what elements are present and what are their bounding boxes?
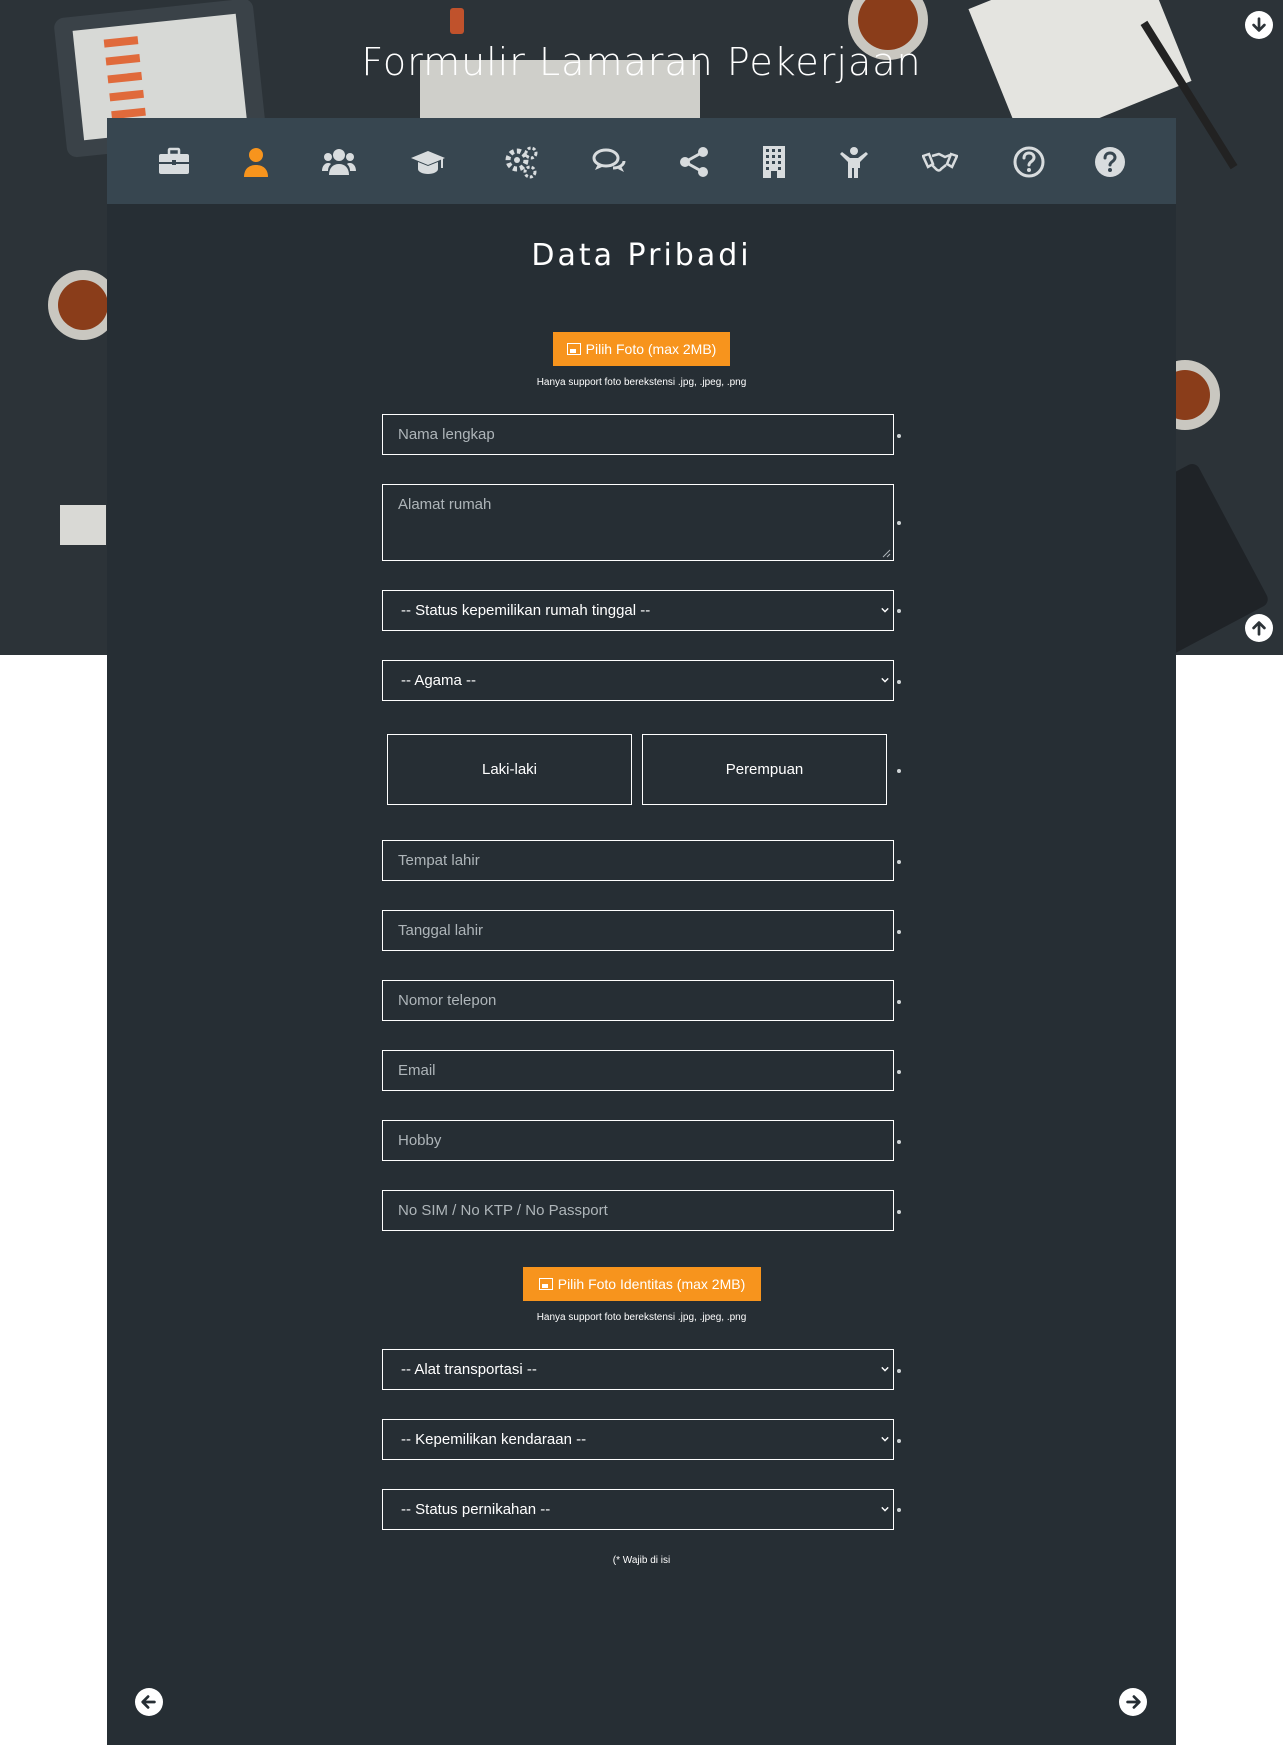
- share-icon: [680, 147, 708, 177]
- transport-value: -- Alat transportasi --: [401, 1361, 537, 1378]
- choose-photo-button[interactable]: Pilih Foto (max 2MB): [553, 332, 730, 366]
- religion-select[interactable]: -- Agama --: [382, 660, 894, 701]
- email-input[interactable]: Email: [382, 1050, 894, 1091]
- id-photo-hint: Hanya support foto berekstensi .jpg, .jp…: [536, 1312, 747, 1323]
- question-circle-icon: [1095, 147, 1125, 177]
- step-tab-company[interactable]: [754, 142, 794, 182]
- step-tab-references[interactable]: [674, 142, 714, 182]
- previous-step-button[interactable]: [135, 1688, 163, 1716]
- gears-icon: [505, 146, 538, 179]
- choose-photo-label: Pilih Foto (max 2MB): [585, 341, 717, 357]
- child-icon: [840, 147, 868, 178]
- form-panel: Data Pribadi Pilih Foto (max 2MB) Hanya …: [107, 118, 1176, 1745]
- step-tab-personal[interactable]: [236, 142, 276, 182]
- eraser-illustration: [450, 8, 464, 34]
- step-tab-languages[interactable]: [589, 142, 629, 182]
- comments-icon: [592, 148, 626, 172]
- page-title: Formulir Lamaran Pekerjaan: [361, 40, 922, 84]
- vehicle-ownership-select[interactable]: -- Kepemilikan kendaraan --: [382, 1419, 894, 1460]
- question-circle-outline-icon: [1013, 146, 1045, 178]
- marital-status-value: -- Status pernikahan --: [401, 1501, 551, 1518]
- birthplace-input[interactable]: Tempat lahir: [382, 840, 894, 881]
- card-illustration: [60, 505, 106, 545]
- next-step-button[interactable]: [1119, 1688, 1147, 1716]
- step-tab-agreement[interactable]: [920, 142, 960, 182]
- arrow-left-icon: [141, 1695, 156, 1709]
- home-status-value: -- Status kepemilikan rumah tinggal --: [401, 602, 651, 619]
- gender-female-option[interactable]: Perempuan: [642, 734, 887, 805]
- required-marker: [897, 680, 901, 684]
- phone-input[interactable]: Nomor telepon: [382, 980, 894, 1021]
- briefcase-icon: [159, 147, 189, 174]
- chevron-down-icon: [881, 677, 889, 683]
- arrow-down-icon: [1252, 17, 1266, 32]
- vehicle-ownership-value: -- Kepemilikan kendaraan --: [401, 1431, 587, 1448]
- step-tab-job[interactable]: [154, 142, 194, 182]
- required-marker: [897, 769, 901, 773]
- birthdate-input[interactable]: Tanggal lahir: [382, 910, 894, 951]
- required-marker: [897, 521, 901, 525]
- hobby-input[interactable]: Hobby: [382, 1120, 894, 1161]
- chevron-down-icon: [881, 607, 889, 613]
- step-tab-family[interactable]: [319, 142, 359, 182]
- marital-status-select[interactable]: -- Status pernikahan --: [382, 1489, 894, 1530]
- address-placeholder: Alamat rumah: [398, 496, 492, 513]
- required-marker: [897, 1070, 901, 1074]
- required-marker: [897, 860, 901, 864]
- step-tab-question-1[interactable]: [1009, 142, 1049, 182]
- required-marker: [897, 609, 901, 613]
- required-marker: [897, 1508, 901, 1512]
- required-marker: [897, 930, 901, 934]
- required-marker: [897, 1140, 901, 1144]
- image-icon: [566, 343, 581, 355]
- required-marker: [897, 1439, 901, 1443]
- step-tab-education[interactable]: [408, 142, 448, 182]
- scroll-down-button[interactable]: [1245, 11, 1273, 39]
- photo-hint: Hanya support foto berekstensi .jpg, .jp…: [536, 377, 747, 388]
- address-textarea[interactable]: Alamat rumah: [382, 484, 894, 561]
- step-tab-question-2[interactable]: [1090, 142, 1130, 182]
- choose-id-photo-button[interactable]: Pilih Foto Identitas (max 2MB): [523, 1267, 761, 1301]
- required-note: (* Wajib di isi: [612, 1555, 671, 1566]
- required-marker: [897, 1210, 901, 1214]
- home-status-select[interactable]: -- Status kepemilikan rumah tinggal --: [382, 590, 894, 631]
- chevron-down-icon: [881, 1366, 889, 1372]
- user-icon: [244, 148, 268, 177]
- step-tab-health[interactable]: [834, 142, 874, 182]
- section-title: Data Pribadi: [531, 238, 752, 273]
- required-marker: [897, 1000, 901, 1004]
- full-name-input[interactable]: Nama lengkap: [382, 414, 894, 455]
- id-number-input[interactable]: No SIM / No KTP / No Passport: [382, 1190, 894, 1231]
- required-marker: [897, 1369, 901, 1373]
- building-icon: [763, 146, 785, 178]
- arrow-right-icon: [1126, 1695, 1141, 1709]
- users-icon: [322, 149, 356, 175]
- religion-value: -- Agama --: [401, 672, 477, 689]
- scroll-up-button[interactable]: [1245, 614, 1273, 642]
- resize-grip-icon[interactable]: [881, 548, 891, 558]
- gender-male-option[interactable]: Laki-laki: [387, 734, 632, 805]
- arrow-up-icon: [1252, 621, 1266, 636]
- step-tab-skills[interactable]: [501, 142, 541, 182]
- required-marker: [897, 434, 901, 438]
- choose-id-photo-label: Pilih Foto Identitas (max 2MB): [557, 1276, 746, 1292]
- chevron-down-icon: [881, 1436, 889, 1442]
- image-icon: [538, 1278, 553, 1290]
- step-nav: [107, 118, 1176, 204]
- handshake-icon: [922, 152, 958, 172]
- transport-select[interactable]: -- Alat transportasi --: [382, 1349, 894, 1390]
- graduation-cap-icon: [411, 151, 445, 174]
- chevron-down-icon: [881, 1506, 889, 1512]
